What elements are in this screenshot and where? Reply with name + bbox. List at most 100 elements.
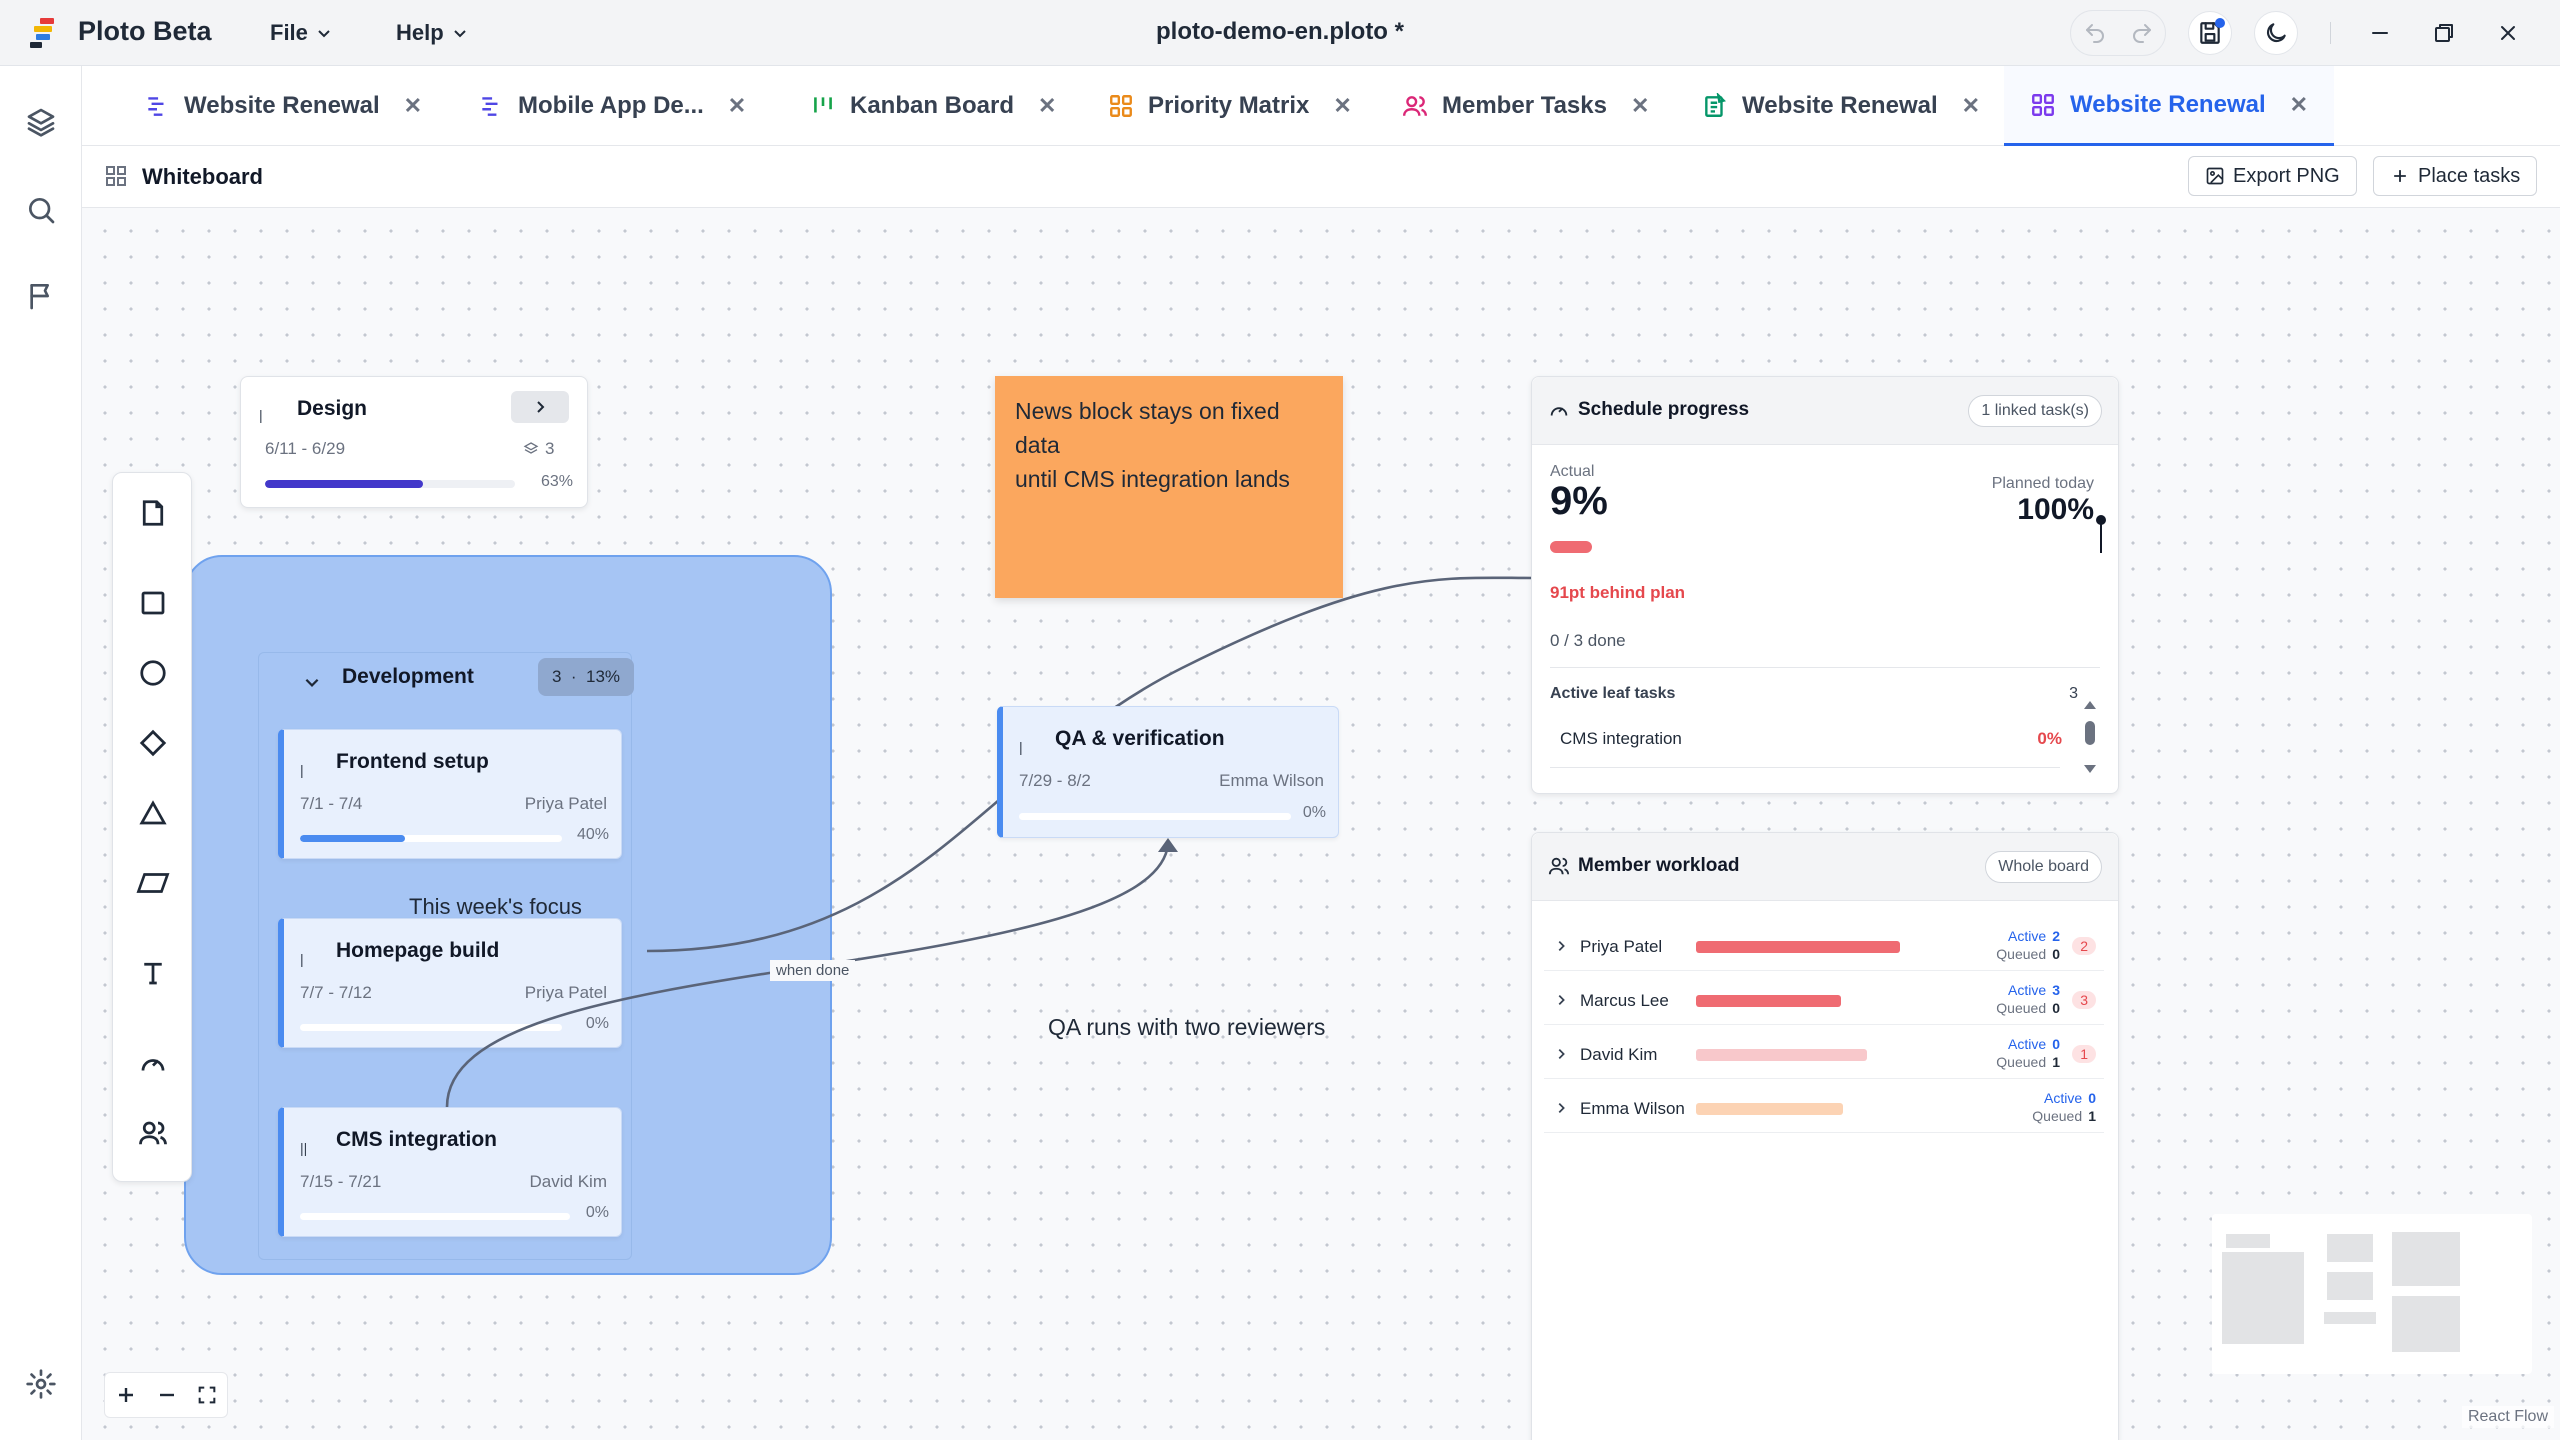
member-workload-widget[interactable]: Member workload Whole board Priya Patel A… [1531, 832, 2119, 1440]
schedule-progress-widget[interactable]: Schedule progress 1 linked task(s) Actua… [1531, 376, 2119, 794]
moon-icon [2263, 20, 2289, 46]
member-counts: Active 3 Queued 0 [1996, 981, 2060, 1017]
layers-icon[interactable] [25, 106, 57, 138]
zoom-in-button[interactable] [114, 1383, 138, 1407]
tab-kanban-board[interactable]: Kanban Board ✕ [810, 66, 1056, 146]
task-dates: 7/29 - 8/2 [1019, 771, 1091, 790]
whiteboard-canvas[interactable]: Development 3 · 13% | Frontend setup 7/1… [82, 208, 2560, 1440]
workload-bar [1696, 941, 1900, 953]
tab-priority-matrix[interactable]: Priority Matrix ✕ [1108, 66, 1352, 146]
file-menu[interactable]: File [270, 20, 332, 46]
chevron-down-icon [316, 25, 332, 41]
planned-value: 100% [2017, 493, 2094, 526]
queued-count: 0 [2052, 946, 2060, 962]
minimap-node [2392, 1296, 2460, 1352]
gantt-icon [478, 93, 504, 119]
unsaved-dot [2215, 18, 2225, 28]
member-name: David Kim [1580, 1045, 1658, 1064]
task-owner: Emma Wilson [1219, 771, 1324, 790]
close-icon[interactable]: ✕ [1333, 93, 1351, 119]
matrix-icon [1108, 93, 1134, 119]
board-header: Whiteboard Export PNG Place tasks [82, 146, 2560, 208]
tab-website-renewal-gantt[interactable]: Website Renewal ✕ [144, 66, 422, 146]
tab-mobile-app[interactable]: Mobile App De... ✕ [478, 66, 746, 146]
tab-website-renewal-whiteboard[interactable]: Website Renewal ✕ [2004, 66, 2335, 146]
planned-marker-dot [2096, 515, 2106, 525]
scope-badge[interactable]: Whole board [1985, 851, 2102, 883]
attribution-link[interactable]: React Flow [2461, 1406, 2554, 1428]
export-png-label: Export PNG [2233, 164, 2340, 187]
task-card-qa-verification[interactable]: | QA & verification 7/29 - 8/2 Emma Wils… [997, 706, 1339, 838]
save-button[interactable] [2188, 11, 2232, 55]
member-counts: Active 0 Queued 1 [2032, 1089, 2096, 1125]
tab-member-tasks[interactable]: Member Tasks ✕ [1402, 66, 1649, 146]
minimap-node [2324, 1312, 2376, 1324]
member-name: Emma Wilson [1580, 1099, 1685, 1118]
plus-icon [2390, 166, 2410, 186]
list-scrollbar[interactable] [2082, 699, 2098, 775]
tab-label: Mobile App De... [518, 92, 704, 119]
active-label: Active [2007, 1036, 2047, 1052]
active-label: Active [2043, 1090, 2083, 1106]
minimap-node [2222, 1252, 2304, 1344]
load-badge: 1 [2072, 1045, 2096, 1063]
behind-plan-text: 91pt behind plan [1550, 583, 1686, 602]
leaf-task-name[interactable]: CMS integration [1560, 729, 1682, 749]
kanban-icon [810, 93, 836, 119]
close-icon[interactable]: ✕ [1038, 93, 1056, 119]
close-icon[interactable]: ✕ [728, 93, 746, 119]
chevron-right-icon[interactable] [1554, 993, 1568, 1007]
member-name: Marcus Lee [1580, 991, 1669, 1010]
theme-toggle-button[interactable] [2254, 11, 2298, 55]
gear-icon[interactable] [25, 1368, 57, 1400]
drag-handle-icon[interactable]: | [1019, 739, 1023, 755]
place-tasks-label: Place tasks [2418, 164, 2521, 187]
task-title: QA & verification [1055, 727, 1225, 750]
zoom-out-button[interactable] [155, 1383, 179, 1407]
workload-row[interactable]: David Kim Active 0 Queued 11 [1544, 1033, 2104, 1079]
leaf-tasks-count: 3 [2069, 685, 2078, 702]
chevron-right-icon[interactable] [1554, 939, 1568, 953]
fit-view-button[interactable] [196, 1384, 218, 1406]
queued-count: 1 [2052, 1054, 2060, 1070]
close-icon[interactable]: ✕ [1631, 93, 1649, 119]
tab-label: Website Renewal [1742, 92, 1938, 119]
close-icon[interactable]: ✕ [404, 93, 422, 119]
export-png-button[interactable]: Export PNG [2188, 156, 2357, 196]
minimap[interactable] [2212, 1214, 2532, 1374]
workload-row[interactable]: Marcus Lee Active 3 Queued 03 [1544, 979, 2104, 1025]
close-icon [2496, 21, 2520, 45]
app-logo-icon [28, 16, 62, 50]
help-menu[interactable]: Help [396, 20, 468, 46]
workload-row[interactable]: Emma Wilson Active 0 Queued 1 [1544, 1087, 2104, 1133]
flag-icon[interactable] [25, 280, 57, 312]
workload-bar [1696, 1049, 1900, 1061]
active-label: Active [2007, 982, 2047, 998]
minimap-node [2226, 1234, 2270, 1248]
workload-row[interactable]: Priya Patel Active 2 Queued 02 [1544, 925, 2104, 971]
place-tasks-button[interactable]: Place tasks [2373, 156, 2538, 196]
close-icon[interactable]: ✕ [2290, 92, 2308, 118]
redo-icon[interactable] [2130, 21, 2154, 45]
edge-label[interactable]: when done [770, 960, 856, 981]
restore-icon [2432, 21, 2456, 45]
text-note[interactable]: QA runs with two reviewers [1048, 1014, 1325, 1041]
actual-value: 9% [1550, 479, 1608, 523]
tab-website-renewal-sheet[interactable]: Website Renewal ✕ [1702, 66, 1980, 146]
chevron-right-icon[interactable] [1554, 1101, 1568, 1115]
linked-tasks-badge[interactable]: 1 linked task(s) [1968, 395, 2102, 427]
app-name: Ploto Beta [78, 16, 212, 46]
workload-bar-fill [1696, 1103, 1843, 1115]
title-bar: Ploto Beta File Help ploto-demo-en.ploto… [0, 0, 2560, 66]
minimap-node [2327, 1272, 2373, 1300]
close-window-button[interactable] [2496, 21, 2520, 45]
minimize-button[interactable] [2368, 21, 2392, 45]
active-count: 3 [2052, 982, 2060, 998]
maximize-button[interactable] [2432, 21, 2456, 45]
chevron-right-icon[interactable] [1554, 1047, 1568, 1061]
undo-icon[interactable] [2083, 21, 2107, 45]
gantt-icon [144, 93, 170, 119]
whiteboard-icon [2030, 92, 2056, 118]
close-icon[interactable]: ✕ [1962, 93, 1980, 119]
search-icon[interactable] [25, 194, 57, 226]
